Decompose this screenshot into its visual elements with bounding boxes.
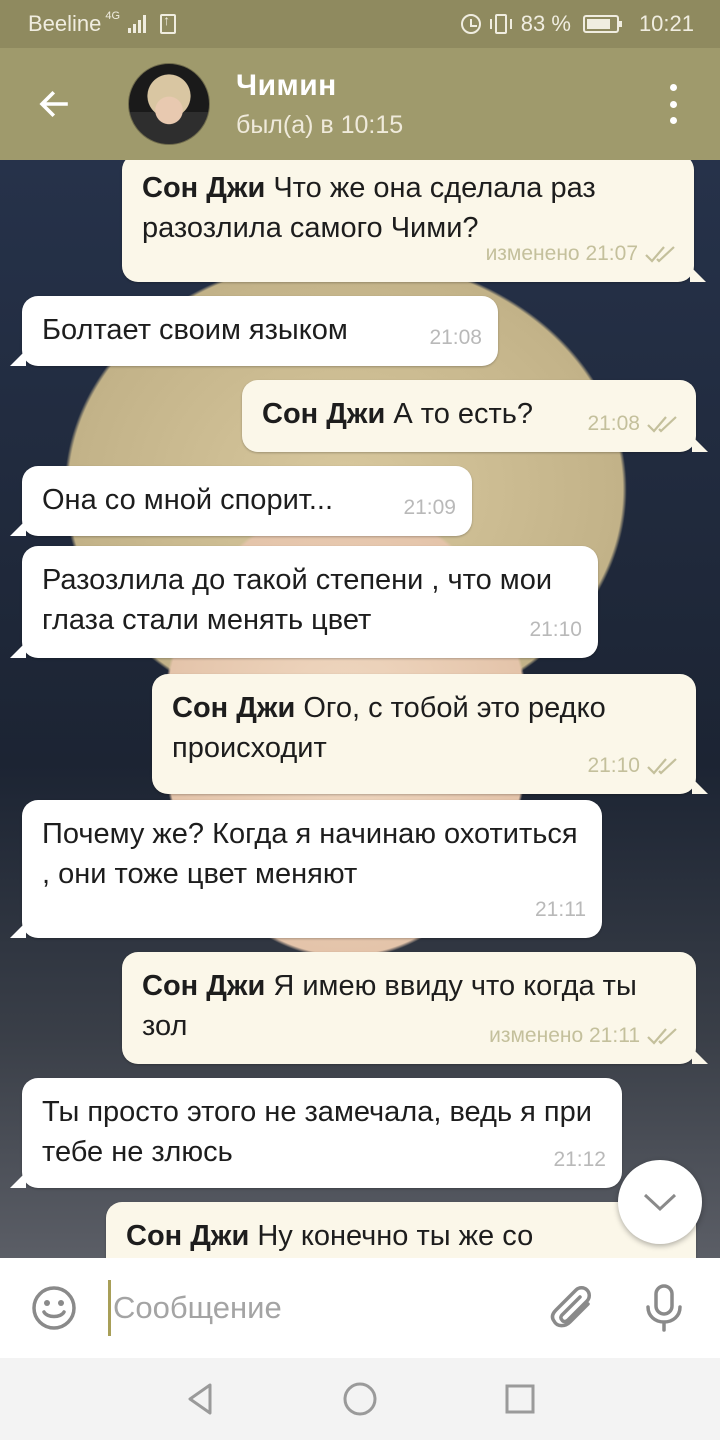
message-incoming[interactable]: Она со мной спорит... 21:09 xyxy=(10,466,472,536)
message-text: Она со мной спорит... xyxy=(42,484,334,516)
back-triangle-icon[interactable] xyxy=(180,1379,220,1419)
back-button[interactable] xyxy=(0,48,108,160)
message-text: Болтает своим языком xyxy=(42,314,348,346)
message-outgoing[interactable]: Сон Джи Ну конечно ты же со xyxy=(106,1202,696,1258)
message-time: 21:08 xyxy=(429,326,482,349)
double-check-icon xyxy=(647,1028,677,1045)
microphone-icon[interactable] xyxy=(636,1280,692,1336)
message-text: Почему же? Когда я начинаю охотиться , о… xyxy=(42,818,578,890)
battery-percent: 83 % xyxy=(520,11,571,36)
message-meta: изменено 21:07 xyxy=(486,234,678,274)
message-meta: 21:11 xyxy=(535,890,586,930)
status-bar: Beeline 4G 83 % 10:21 xyxy=(0,0,720,48)
alarm-icon xyxy=(460,14,481,34)
carrier-name: Beeline xyxy=(28,11,102,36)
message-meta: 21:12 xyxy=(553,1140,606,1180)
message-time: 21:10 xyxy=(529,618,582,641)
message-meta: изменено 21:11 xyxy=(489,1016,680,1056)
message-time: 21:12 xyxy=(553,1148,606,1171)
message-meta: 21:10 xyxy=(587,746,680,786)
message-text: Разозлила до такой степени , что мои гла… xyxy=(42,564,553,636)
message-incoming[interactable]: Разозлила до такой степени , что мои гла… xyxy=(10,546,598,658)
double-check-icon xyxy=(647,758,677,775)
message-time: 21:08 xyxy=(587,412,640,435)
message-sender: Сон Джи xyxy=(142,970,266,1002)
status-left: Beeline 4G xyxy=(28,10,177,37)
message-sender: Сон Джи xyxy=(142,172,266,204)
message-time: изменено 21:07 xyxy=(485,242,638,265)
message-meta: 21:08 xyxy=(587,404,680,444)
paperclip-icon[interactable] xyxy=(548,1282,602,1336)
home-circle-icon[interactable] xyxy=(340,1379,380,1419)
last-seen: был(а) в 10:15 xyxy=(236,110,404,139)
signal-icon xyxy=(128,15,147,33)
message-input[interactable] xyxy=(108,1280,528,1336)
vibrate-icon xyxy=(489,14,512,34)
contact-name: Чимин xyxy=(236,68,337,102)
message-time: 21:11 xyxy=(535,898,586,921)
message-text: Ну конечно ты же со xyxy=(257,1220,534,1252)
message-meta: 21:09 xyxy=(403,488,456,528)
message-time: 21:09 xyxy=(403,496,456,519)
smiley-icon xyxy=(32,1286,76,1330)
message-sender: Сон Джи xyxy=(126,1220,250,1252)
message-meta: 21:08 xyxy=(429,318,482,358)
battery-icon xyxy=(582,15,622,33)
message-incoming[interactable]: Почему же? Когда я начинаю охотиться , о… xyxy=(10,800,602,938)
composer xyxy=(0,1258,720,1358)
status-right: 83 % 10:21 xyxy=(460,11,694,37)
message-sender: Сон Джи xyxy=(172,692,296,724)
message-outgoing[interactable]: Сон Джи Ого, с тобой это редко происходи… xyxy=(152,674,708,794)
chat-header: Чимин был(а) в 10:15 xyxy=(0,48,720,160)
recents-square-icon[interactable] xyxy=(500,1379,540,1419)
double-check-icon xyxy=(645,246,675,263)
message-outgoing[interactable]: Сон Джи Что же она сделала раз разозлила… xyxy=(122,160,706,282)
contact-info[interactable]: Чимин был(а) в 10:15 xyxy=(236,69,403,140)
message-text: А то есть? xyxy=(393,398,534,430)
arrow-left-icon xyxy=(39,90,68,118)
scroll-down-button[interactable] xyxy=(618,1160,702,1244)
network-type: 4G xyxy=(105,10,121,22)
message-sender: Сон Джи xyxy=(262,398,386,430)
data-transfer-icon xyxy=(160,12,177,34)
more-vertical-icon[interactable] xyxy=(660,84,686,124)
message-list[interactable]: Сон Джи Что же она сделала раз разозлила… xyxy=(0,160,720,1258)
double-check-icon xyxy=(647,416,677,433)
chevron-down-icon xyxy=(643,1193,677,1212)
message-text: Ты просто этого не замечала, ведь я при … xyxy=(42,1096,592,1168)
message-time: изменено 21:11 xyxy=(489,1024,640,1047)
clock: 10:21 xyxy=(638,11,694,36)
avatar[interactable] xyxy=(128,63,210,145)
message-incoming[interactable]: Болтает своим языком 21:08 xyxy=(10,296,498,366)
message-meta: 21:10 xyxy=(529,610,582,650)
emoji-button[interactable] xyxy=(0,1258,108,1358)
message-incoming[interactable]: Ты просто этого не замечала, ведь я при … xyxy=(10,1078,622,1188)
message-outgoing[interactable]: Сон Джи Я имею ввиду что когда ты зол из… xyxy=(122,952,708,1064)
message-time: 21:10 xyxy=(587,754,640,777)
system-nav-bar xyxy=(0,1358,720,1440)
message-outgoing[interactable]: Сон Джи А то есть? 21:08 xyxy=(242,380,708,452)
